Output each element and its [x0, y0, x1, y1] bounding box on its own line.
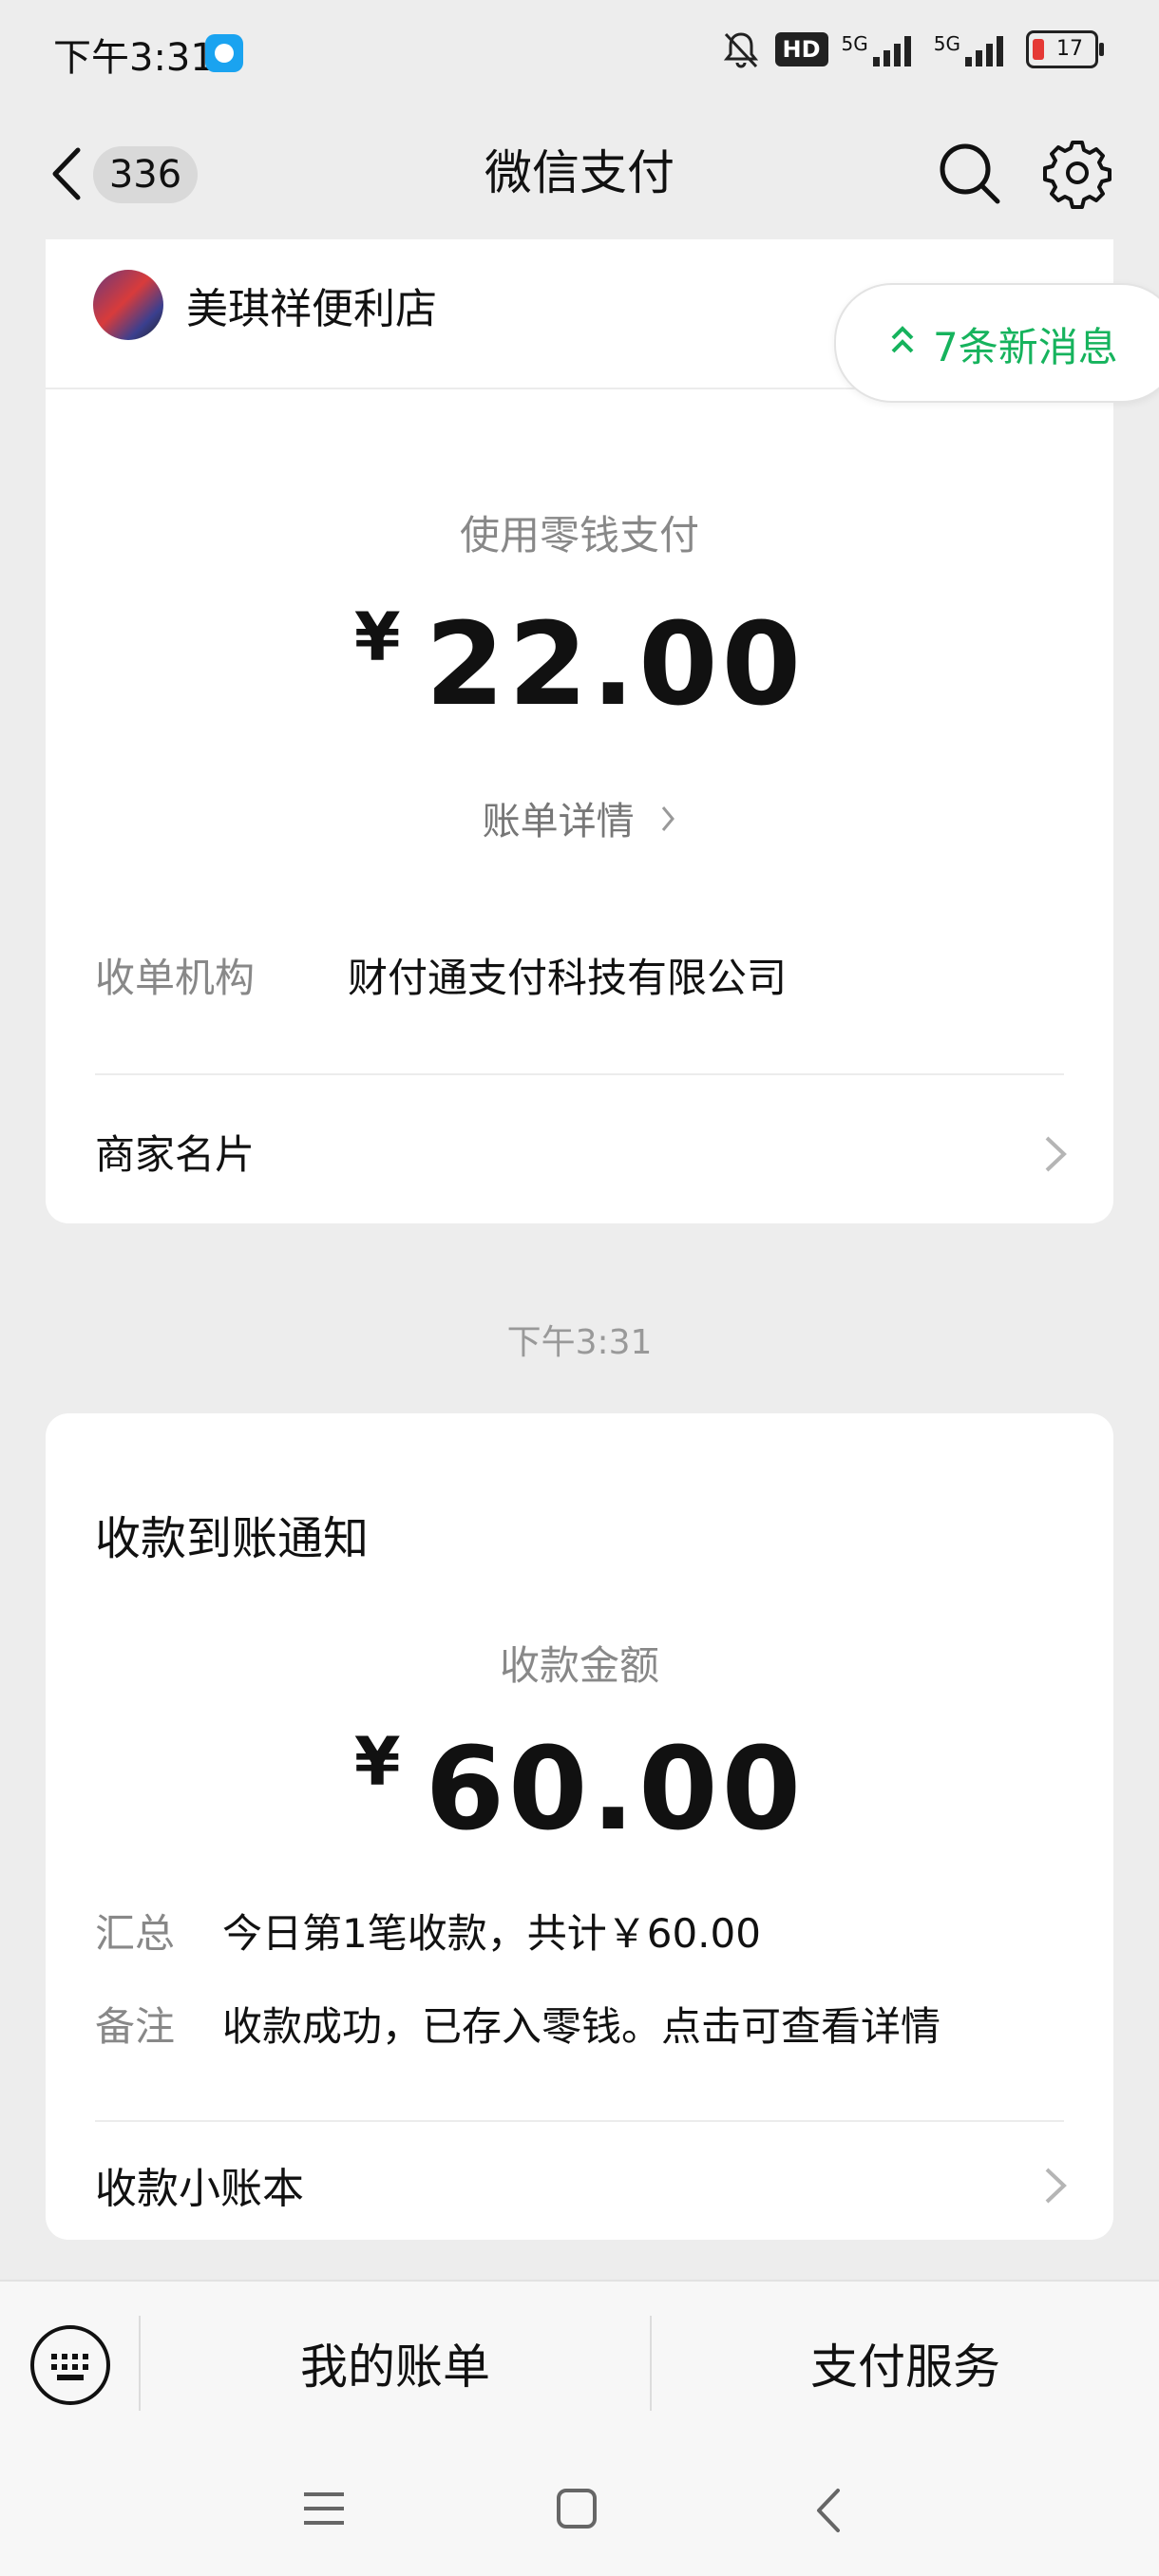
pay-service-button[interactable]: 支付服务 — [652, 2329, 1159, 2397]
currency-symbol: ¥ — [353, 1723, 401, 1801]
merchant-card-label[interactable]: 商家名片 — [95, 1123, 255, 1181]
acquirer-value: 财付通支付科技有限公司 — [348, 955, 788, 1001]
note-label: 备注 — [95, 2003, 176, 2050]
receipt-amount: ¥60.00 — [46, 1723, 1113, 1856]
keyboard-icon[interactable] — [28, 2323, 112, 2407]
bell-off-icon — [723, 32, 758, 68]
ledger-link[interactable]: 收款小账本 — [95, 2154, 304, 2215]
merchant-avatar — [93, 270, 163, 340]
new-messages-pill[interactable]: 7条新消息 — [834, 283, 1159, 403]
battery-level: 17 — [1056, 37, 1083, 61]
hd-badge: HD — [774, 32, 828, 66]
status-icons: HD 5G 5G 17 — [720, 28, 1104, 70]
system-nav-bar — [0, 2447, 1159, 2576]
acquirer-label: 收单机构 — [95, 955, 256, 1001]
status-time: 下午3:31 — [53, 36, 215, 80]
signal-5g-1: 5G — [842, 32, 921, 66]
chevron-right-icon — [662, 806, 675, 831]
gear-icon[interactable] — [1039, 135, 1115, 211]
merchant-header[interactable]: 美琪祥便利店 — [93, 270, 437, 340]
chevron-right-icon[interactable] — [1041, 1130, 1070, 1178]
bill-detail-label: 账单详情 — [482, 800, 635, 843]
currency-symbol: ¥ — [353, 598, 401, 676]
bill-detail-link[interactable]: 账单详情 — [46, 790, 1113, 845]
chevron-right-icon[interactable] — [1041, 2162, 1070, 2209]
amount-value: 60.00 — [425, 1724, 806, 1856]
double-chevron-up-icon — [891, 326, 914, 353]
my-bills-button[interactable]: 我的账单 — [141, 2329, 650, 2397]
nav-bar: 336 微信支付 — [0, 106, 1159, 239]
signal-bars-icon — [872, 36, 911, 66]
net-label-2: 5G — [933, 32, 960, 55]
status-bar: 下午3:31 HD 5G 5G 17 — [0, 0, 1159, 106]
signal-5g-2: 5G — [934, 32, 1013, 66]
summary-label: 汇总 — [95, 1910, 176, 1957]
receipt-amount-label: 收款金额 — [499, 1642, 659, 1689]
divider — [95, 2120, 1064, 2122]
message-timestamp: 下午3:31 — [506, 1323, 653, 1362]
square-home-icon[interactable] — [553, 2485, 600, 2532]
new-messages-label: 7条新消息 — [933, 324, 1118, 370]
bottom-toolbar: 我的账单 支付服务 — [0, 2280, 1159, 2449]
triangle-back-icon[interactable] — [809, 2485, 847, 2536]
menu-icon[interactable] — [300, 2485, 348, 2532]
signal-bars-icon — [965, 36, 1003, 66]
divider — [95, 1073, 1064, 1075]
pay-method: 使用零钱支付 — [459, 512, 699, 559]
battery-icon: 17 — [1026, 30, 1104, 68]
search-icon[interactable] — [931, 135, 1007, 211]
app-notification-icon — [205, 34, 243, 72]
merchant-name: 美琪祥便利店 — [186, 285, 437, 333]
net-label-1: 5G — [841, 32, 868, 55]
amount-value: 22.00 — [425, 599, 806, 731]
receipt-card[interactable]: 收款到账通知 收款金额 ¥60.00 汇总 今日第1笔收款，共计￥60.00 备… — [46, 1413, 1113, 2240]
payment-amount: ¥22.00 — [46, 598, 1113, 731]
receipt-title: 收款到账通知 — [95, 1512, 370, 1565]
summary-value: 今日第1笔收款，共计￥60.00 — [222, 1910, 761, 1957]
note-value: 收款成功，已存入零钱。点击可查看详情 — [222, 2003, 941, 2050]
